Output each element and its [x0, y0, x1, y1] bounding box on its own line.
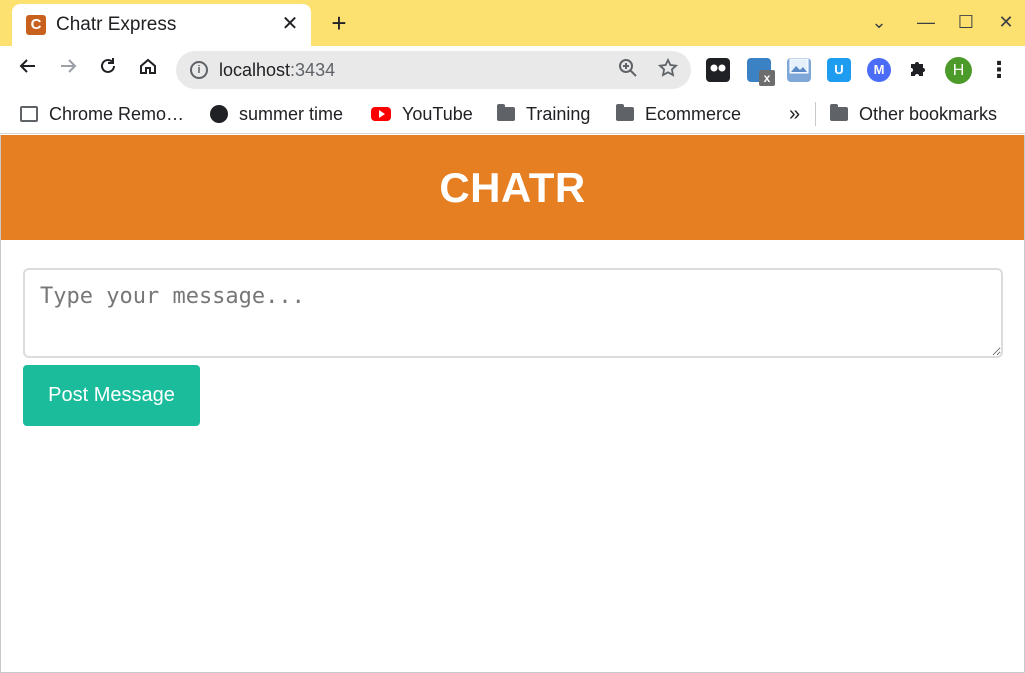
app-title: CHATR	[439, 164, 586, 211]
chatr-favicon-icon: C	[26, 15, 46, 35]
extensions-puzzle-icon[interactable]	[906, 58, 930, 82]
tab-chatr-express[interactable]: C Chatr Express ✕	[12, 4, 311, 46]
bookmark-ecommerce[interactable]: Ecommerce	[616, 100, 741, 128]
bookmark-label: YouTube	[402, 103, 473, 124]
browser-menu-icon[interactable]: ⋮	[988, 57, 1010, 83]
tab-title: Chatr Express	[56, 14, 177, 35]
bookmark-training[interactable]: Training	[497, 100, 590, 128]
reload-icon[interactable]	[94, 56, 122, 84]
bookmark-summer-time[interactable]: summer time	[210, 100, 343, 128]
address-url[interactable]: localhost:3434	[219, 60, 335, 81]
profile-avatar[interactable]: H	[945, 57, 972, 84]
globe-icon	[210, 105, 228, 123]
back-arrow-icon[interactable]	[14, 56, 42, 84]
maximize-button[interactable]: ☐	[953, 9, 979, 35]
bookmarks-divider	[815, 102, 816, 126]
bookmark-youtube[interactable]: YouTube	[371, 100, 473, 128]
more-bookmarks-chevron-icon[interactable]: »	[789, 100, 800, 128]
u-extension-icon[interactable]: U	[827, 58, 851, 82]
minimize-button[interactable]: —	[913, 9, 939, 35]
m-extension-icon[interactable]: M	[867, 58, 891, 82]
image-extension-icon[interactable]	[787, 58, 811, 82]
bookmark-label: Ecommerce	[645, 103, 742, 124]
post-message-button[interactable]: Post Message	[23, 365, 200, 426]
zoom-icon[interactable]	[616, 58, 640, 82]
new-tab-button[interactable]: +	[326, 10, 352, 36]
forward-arrow-icon[interactable]	[54, 56, 82, 84]
folder-icon	[616, 104, 634, 121]
folder-icon	[497, 104, 515, 121]
page-viewport: CHATR Post Message	[0, 135, 1025, 673]
bookmark-star-icon[interactable]	[656, 57, 680, 82]
bookmark-label: summer time	[239, 103, 344, 124]
youtube-icon	[371, 107, 391, 121]
app-header: CHATR	[1, 135, 1024, 240]
url-host: localhost	[219, 60, 291, 80]
bookmark-other-bookmarks[interactable]: Other bookmarks	[830, 100, 997, 128]
message-input[interactable]	[23, 268, 1003, 358]
address-bar[interactable]: i localhost:3434	[176, 51, 691, 89]
url-port: :3434	[290, 60, 336, 80]
home-icon[interactable]	[134, 56, 162, 84]
screen-capture-x-icon[interactable]: x	[747, 58, 775, 86]
tampermonkey-icon[interactable]	[706, 58, 730, 82]
bookmark-label: Other bookmarks	[859, 103, 998, 124]
tab-close-icon[interactable]: ✕	[279, 13, 301, 35]
tab-search-chevron-icon[interactable]: ⌄	[866, 9, 892, 35]
site-info-icon[interactable]: i	[190, 61, 208, 79]
bookmark-label: Chrome Remo…	[49, 103, 185, 124]
close-window-button[interactable]: ✕	[993, 9, 1019, 35]
folder-icon	[830, 104, 848, 121]
bookmarks-bar: Chrome Remo… summer time YouTube Trainin…	[0, 94, 1025, 134]
bookmark-label: Training	[526, 103, 591, 124]
browser-tab-strip: C Chatr Express ✕ + ⌄ — ☐ ✕	[0, 0, 1025, 46]
remote-desktop-icon	[20, 106, 38, 122]
browser-toolbar: i localhost:3434 x U M H ⋮	[0, 46, 1025, 94]
bookmark-chrome-remote[interactable]: Chrome Remo…	[20, 100, 184, 128]
